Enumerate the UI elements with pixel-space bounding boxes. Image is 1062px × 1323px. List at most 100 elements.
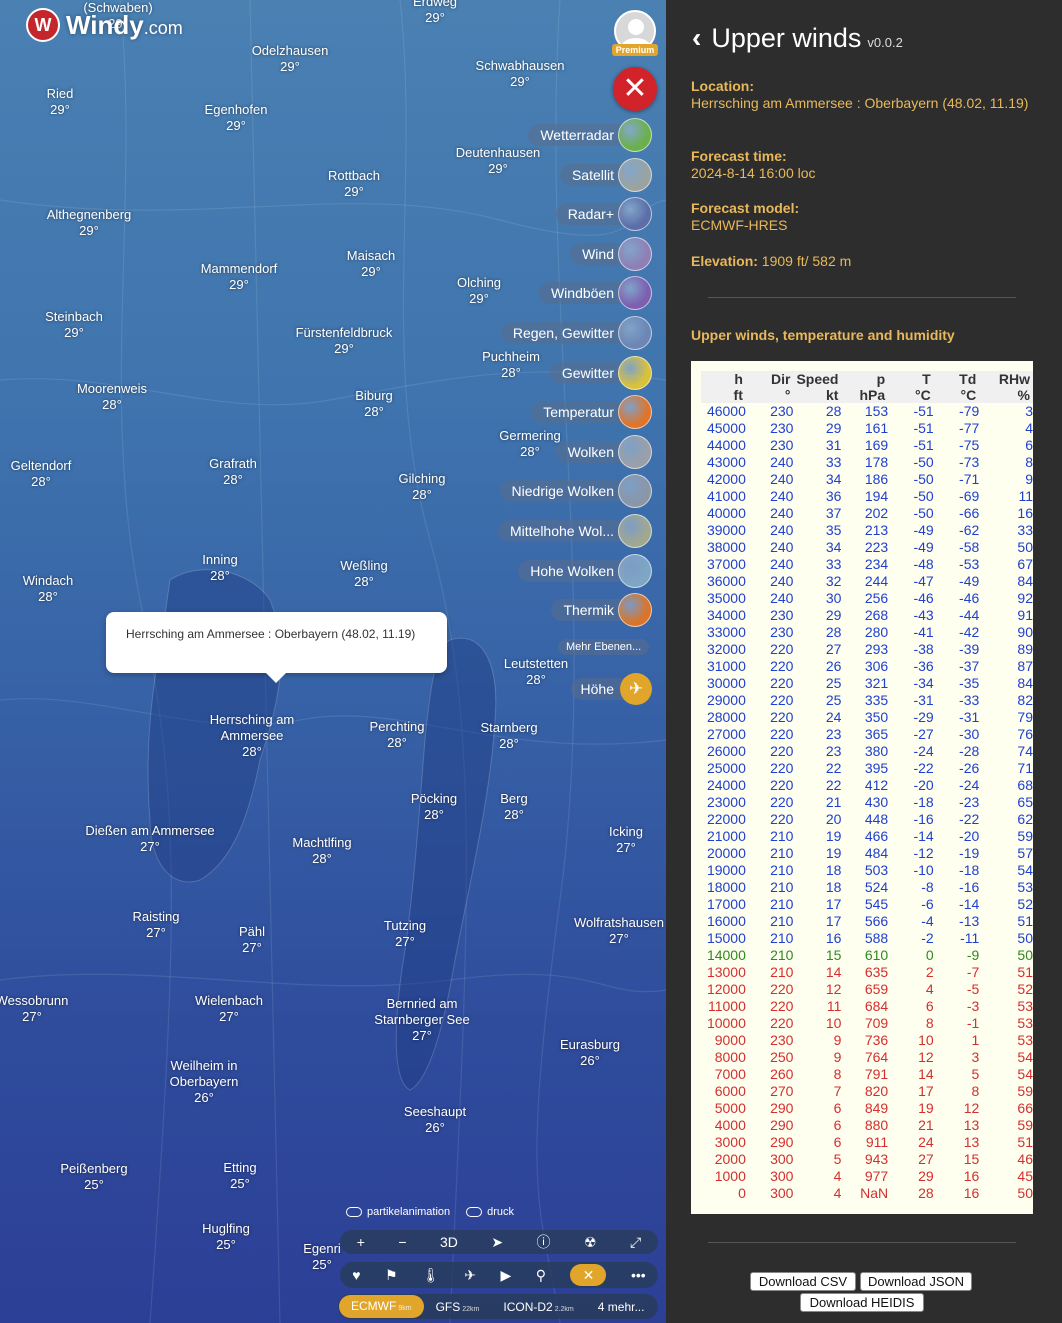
city-label[interactable]: Germering 28° — [499, 428, 560, 460]
model-icon-d2[interactable]: ICON-D2 2.2km — [491, 1300, 585, 1314]
city-label[interactable]: Wessobrunn 27° — [0, 993, 68, 1025]
table-cell: 220 — [770, 726, 794, 742]
city-label[interactable]: Grafrath 28° — [209, 456, 257, 488]
locate-icon[interactable]: ➤ — [491, 1234, 503, 1251]
model-gfs[interactable]: GFS 22km — [424, 1300, 492, 1314]
zoom-out-button[interactable]: − — [398, 1234, 406, 1250]
layer-item[interactable]: Hohe Wolken — [518, 553, 652, 588]
city-label[interactable]: Weßling 28° — [340, 558, 387, 590]
download-heidis-button[interactable]: Download HEIDIS — [800, 1293, 924, 1312]
particle-animation-toggle[interactable]: partikelanimation — [346, 1206, 450, 1218]
city-label[interactable]: Icking 27° — [609, 824, 643, 856]
map-view[interactable]: (Schwaben) 29° Erdweg 29° Odelzhausen 29° Schw… — [0, 0, 666, 1323]
divider — [708, 297, 1016, 298]
flag-icon[interactable]: ⚑ — [385, 1267, 398, 1284]
pin-icon[interactable]: ⚲ — [536, 1267, 546, 1284]
airplane-tool-icon[interactable]: ✈ — [464, 1267, 476, 1284]
zoom-in-button[interactable]: + — [357, 1234, 365, 1250]
layer-item[interactable]: Niedrige Wolken — [499, 474, 652, 509]
layer-item[interactable]: Mittelhohe Wol... — [497, 514, 652, 548]
city-label[interactable]: Seeshaupt 26° — [404, 1104, 466, 1136]
download-json-button[interactable]: Download JSON — [860, 1272, 972, 1291]
more-layers-button[interactable]: Mehr Ebenen... — [558, 639, 650, 655]
favorites-icon[interactable]: ♥ — [352, 1267, 360, 1283]
city-label[interactable]: Ried 29° — [47, 86, 74, 118]
city-label[interactable]: Peißenberg 25° — [60, 1161, 127, 1193]
city-label[interactable]: Eurasburg 26° — [560, 1037, 620, 1069]
city-label[interactable]: Rottbach 29° — [328, 168, 380, 200]
layer-item[interactable]: Wolken — [555, 434, 652, 469]
close-plugin-button[interactable]: ✕ — [613, 67, 657, 111]
upper-winds-tool-icon[interactable]: ✕ — [570, 1264, 607, 1286]
city-label[interactable]: Maisach 29° — [347, 248, 395, 280]
city-label[interactable]: Starnberg 28° — [480, 720, 537, 752]
layer-item[interactable]: Gewitter — [549, 355, 652, 390]
fullscreen-icon[interactable]: ⤢ — [630, 1234, 641, 1251]
city-label[interactable]: Olching 29° — [457, 275, 501, 307]
back-chevron-icon[interactable]: ‹ — [692, 22, 701, 54]
city-label[interactable]: Pöcking 28° — [411, 791, 457, 823]
city-label[interactable]: Raisting 27° — [133, 909, 180, 941]
city-label[interactable]: Egenri 25° — [303, 1241, 341, 1273]
layer-item[interactable]: Windböen — [538, 276, 652, 311]
table-cell: 321 — [864, 675, 889, 691]
city-label[interactable]: Geltendorf 28° — [11, 458, 72, 490]
table-row: 32000 220 27 293 -38 -39 89 — [701, 641, 1033, 658]
city-label[interactable]: Moorenweis 28° — [77, 381, 147, 413]
city-label[interactable]: Wolfratshausen 27° — [574, 915, 664, 947]
city-label[interactable]: Biburg 28° — [355, 388, 393, 420]
city-label[interactable]: Fürstenfeldbruck 29° — [296, 325, 393, 357]
city-label[interactable]: Egenhofen 29° — [205, 102, 268, 134]
altitude-layer[interactable]: Höhe ✈ — [570, 673, 652, 705]
city-label[interactable]: Tutzing 27° — [384, 918, 426, 950]
layer-item[interactable]: Regen, Gewitter — [500, 316, 652, 350]
city-label[interactable]: Gilching 28° — [399, 471, 446, 503]
city-label[interactable]: Althegnenberg 29° — [47, 207, 132, 239]
city-label[interactable]: Puchheim 28° — [482, 349, 540, 381]
city-label[interactable]: Leutstetten 28° — [504, 656, 568, 688]
city-label[interactable]: Erdweg 29° — [413, 0, 457, 26]
city-label[interactable]: Herrsching am Ammersee 28° — [197, 712, 307, 760]
layer-item[interactable]: Thermik — [551, 593, 652, 628]
layer-label: Mittelhohe Wol... — [497, 520, 624, 542]
layer-item[interactable]: Satellit — [559, 157, 652, 192]
city-label[interactable]: Bernried am Starnberger See 27° — [367, 996, 477, 1044]
hurricane-icon[interactable]: ☢ — [584, 1234, 597, 1251]
windy-logo[interactable]: W Windy.com — [26, 8, 183, 42]
table-cell: 65 — [1017, 794, 1033, 810]
thermometer-icon[interactable]: 🌡 — [422, 1267, 440, 1284]
city-label[interactable]: Huglfing 25° — [202, 1221, 250, 1253]
info-icon[interactable]: ⓘ — [537, 1232, 551, 1252]
table-cell: 23 — [825, 726, 842, 742]
table-cell: 684 — [864, 998, 889, 1014]
layer-item[interactable]: Radar+ — [555, 197, 652, 232]
table-cell: 11000 — [707, 998, 746, 1014]
city-label[interactable]: Windach 28° — [23, 573, 74, 605]
city-label[interactable]: Perchting 28° — [370, 719, 425, 751]
city-label[interactable]: Berg 28° — [500, 791, 527, 823]
city-label[interactable]: Wielenbach 27° — [195, 993, 263, 1025]
city-label[interactable]: Mammendorf 29° — [201, 261, 278, 293]
pressure-toggle[interactable]: druck — [466, 1206, 514, 1218]
city-label[interactable]: Weilheim in Oberbayern 26° — [149, 1058, 259, 1106]
table-cell: 19 — [918, 1100, 934, 1116]
city-label[interactable]: Etting 25° — [223, 1160, 256, 1192]
city-label[interactable]: Schwabhausen 29° — [476, 58, 565, 90]
layer-item[interactable]: Temperatur — [531, 395, 652, 430]
table-cell: 178 — [864, 454, 889, 470]
model-more[interactable]: 4 mehr... — [586, 1300, 657, 1314]
city-label[interactable]: Inning 28° — [202, 552, 237, 584]
3d-button[interactable]: 3D — [440, 1234, 458, 1250]
city-label[interactable]: Pähl 27° — [239, 924, 265, 956]
city-label[interactable]: Machtlfing 28° — [292, 835, 351, 867]
layer-item[interactable]: Wetterradar — [528, 118, 652, 152]
download-csv-button[interactable]: Download CSV — [750, 1272, 856, 1291]
more-icon[interactable]: ••• — [631, 1267, 646, 1283]
city-label[interactable]: Steinbach 29° — [45, 309, 103, 341]
model-ecmwf[interactable]: ECMWF 9km — [339, 1295, 424, 1318]
city-label[interactable]: Dießen am Ammersee 27° — [85, 823, 214, 855]
city-label[interactable]: Odelzhausen 29° — [252, 43, 329, 75]
webcam-icon[interactable]: ▶ — [501, 1267, 512, 1284]
location-popup[interactable]: Herrsching am Ammersee : Oberbayern (48.… — [106, 612, 447, 683]
layer-item[interactable]: Wind — [570, 236, 652, 271]
